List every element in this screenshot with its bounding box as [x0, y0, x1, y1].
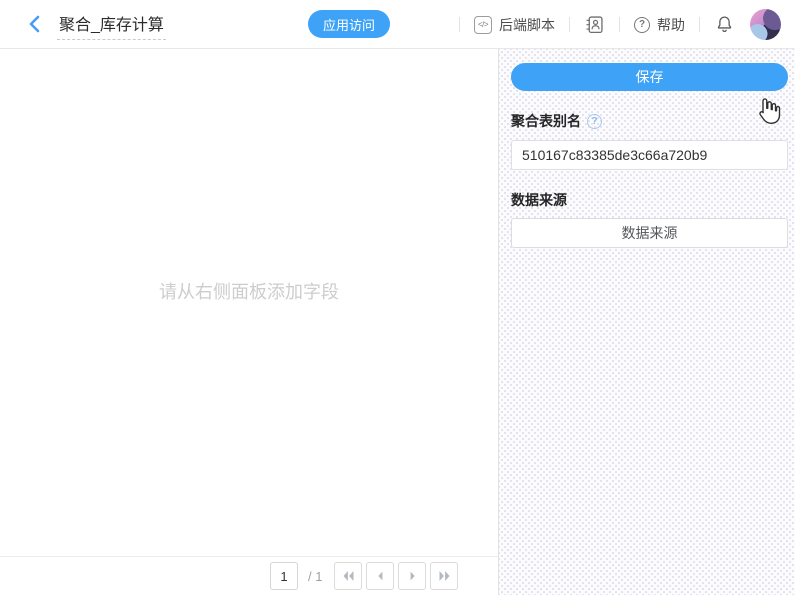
bell-icon	[714, 14, 735, 35]
alias-help-icon[interactable]: ?	[587, 114, 602, 129]
next-page-button[interactable]	[398, 562, 426, 590]
question-circle-icon: ?	[634, 17, 650, 33]
save-button[interactable]: 保存	[511, 63, 788, 91]
alias-label-row: 聚合表别名 ?	[511, 111, 788, 131]
chevron-left-triangle-icon	[374, 569, 387, 583]
last-page-button[interactable]	[430, 562, 458, 590]
double-chevron-left-icon	[341, 569, 356, 583]
empty-canvas-hint: 请从右侧面板添加字段	[159, 278, 339, 328]
top-bar: 聚合_库存计算 应用访问 </> 后端脚本 ? 帮助	[0, 0, 795, 49]
pager-group: 1 / 1	[270, 562, 462, 590]
backend-script-button[interactable]: </> 后端脚本	[474, 15, 555, 35]
divider	[459, 17, 460, 32]
alias-label: 聚合表别名	[511, 111, 581, 131]
page-total-label: / 1	[308, 569, 322, 584]
code-icon: </>	[474, 16, 492, 34]
alias-input[interactable]	[511, 140, 788, 170]
first-page-button[interactable]	[334, 562, 362, 590]
contacts-book-icon	[584, 14, 605, 35]
divider	[569, 17, 570, 32]
contacts-button[interactable]	[584, 14, 605, 35]
datasource-button[interactable]: 数据来源	[511, 218, 788, 248]
notification-button[interactable]	[714, 14, 735, 35]
backend-script-label: 后端脚本	[499, 15, 555, 35]
pagination-bar: 1 / 1	[0, 556, 498, 595]
divider	[699, 17, 700, 32]
chevron-left-icon	[27, 15, 43, 33]
app-access-button[interactable]: 应用访问	[308, 10, 390, 38]
user-avatar[interactable]	[750, 9, 781, 40]
page-number-input[interactable]: 1	[270, 562, 298, 590]
page-title[interactable]: 聚合_库存计算	[57, 9, 166, 40]
topbar-right-group: </> 后端脚本 ? 帮助	[445, 0, 781, 49]
back-button[interactable]	[26, 14, 44, 34]
help-label: 帮助	[657, 15, 685, 35]
aggregate-table-canvas: 请从右侧面板添加字段	[0, 49, 498, 556]
divider	[619, 17, 620, 32]
double-chevron-right-icon	[437, 569, 452, 583]
settings-panel: 保存 聚合表别名 ? 数据来源 数据来源	[498, 49, 795, 595]
help-button[interactable]: ? 帮助	[634, 15, 685, 35]
app-window: 聚合_库存计算 应用访问 </> 后端脚本 ? 帮助	[0, 0, 795, 595]
prev-page-button[interactable]	[366, 562, 394, 590]
datasource-label: 数据来源	[511, 190, 788, 210]
chevron-right-triangle-icon	[406, 569, 419, 583]
